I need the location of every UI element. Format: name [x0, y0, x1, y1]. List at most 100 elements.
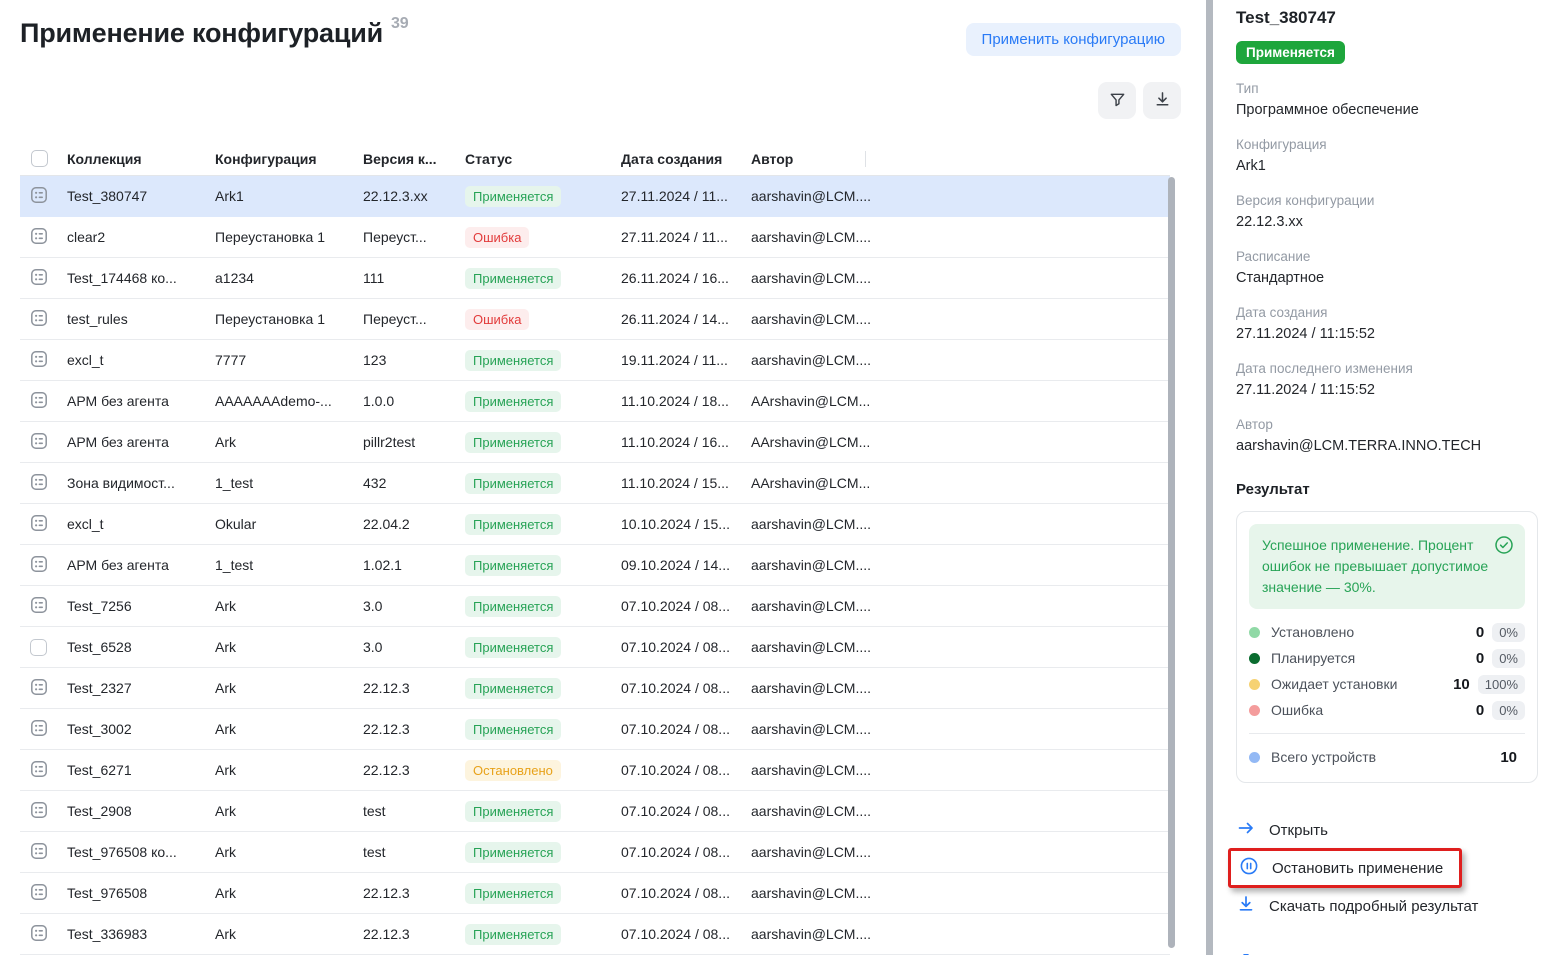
panel-actions: Открыть Остановить применение Скачать подр… — [1236, 815, 1538, 955]
configuration-name: Переустановка 1 — [215, 229, 325, 245]
table-scrollbar-thumb[interactable] — [1168, 177, 1175, 948]
action-pause-circle[interactable]: Остановить применение — [1239, 853, 1443, 883]
status-badge: Ошибка — [465, 309, 529, 330]
column-header-status[interactable]: Статус — [465, 151, 621, 167]
configuration-version: 22.12.3 — [363, 885, 410, 901]
table-row[interactable]: test_rules Переустановка 1 Переуст... Ош… — [20, 299, 1170, 340]
details-panel: Test_380747 Применяется Тип Программное … — [1220, 0, 1552, 955]
panel-divider — [1206, 0, 1213, 955]
configuration-name: Ark — [215, 885, 236, 901]
collection-icon — [29, 390, 49, 413]
created-date: 07.10.2024 / 08... — [621, 680, 730, 696]
column-header-collection[interactable]: Коллекция — [67, 151, 215, 167]
created-date: 26.11.2024 / 16... — [621, 270, 729, 286]
author: aarshavin@LCM.... — [751, 557, 870, 573]
stat-percent: 0% — [1492, 649, 1525, 668]
collection-name: Test_380747 — [67, 188, 147, 204]
configuration-name: Ark — [215, 844, 236, 860]
table-row[interactable]: АРМ без агента AAAAAAAdemo-... 1.0.0 При… — [20, 381, 1170, 422]
collection-name: Test_2327 — [67, 680, 132, 696]
download-icon — [1236, 894, 1256, 918]
column-header-author[interactable]: Автор — [751, 151, 870, 167]
annotation-highlight-box: Остановить применение — [1228, 848, 1462, 888]
author: aarshavin@LCM.... — [751, 844, 870, 860]
created-date: 07.10.2024 / 08... — [621, 762, 730, 778]
apply-configuration-button[interactable]: Применить конфигурацию — [966, 23, 1181, 56]
field-value: 22.12.3.xx — [1236, 212, 1538, 232]
action-trash[interactable]: Удалить — [1236, 948, 1538, 955]
configuration-version: 432 — [363, 475, 386, 491]
table-row[interactable]: excl_t Okular 22.04.2 Применяется 10.10.… — [20, 504, 1170, 545]
configuration-version: 22.12.3 — [363, 926, 410, 942]
table-row[interactable]: Test_336983 Ark 22.12.3 Применяется 07.1… — [20, 914, 1170, 955]
created-date: 07.10.2024 / 08... — [621, 721, 730, 737]
status-badge: Применяется — [465, 924, 561, 945]
author: aarshavin@LCM.... — [751, 721, 870, 737]
main-content: Применение конфигураций39 Применить конф… — [0, 0, 1206, 955]
created-date: 11.10.2024 / 18... — [621, 393, 729, 409]
stat-row: Ошибка 0 0% — [1249, 697, 1525, 723]
table-row[interactable]: Test_976508 Ark 22.12.3 Применяется 07.1… — [20, 873, 1170, 914]
stat-dot — [1249, 653, 1260, 664]
stat-label: Установлено — [1271, 624, 1476, 640]
collection-icon — [29, 759, 49, 782]
table-row[interactable]: Test_7256 Ark 3.0 Применяется 07.10.2024… — [20, 586, 1170, 627]
table-row[interactable]: Test_2327 Ark 22.12.3 Применяется 07.10.… — [20, 668, 1170, 709]
filter-button[interactable] — [1098, 82, 1136, 119]
stat-percent: 0% — [1492, 701, 1525, 720]
table-row[interactable]: Test_3002 Ark 22.12.3 Применяется 07.10.… — [20, 709, 1170, 750]
configuration-version: 3.0 — [363, 639, 382, 655]
table-row[interactable]: Test_380747 Ark1 22.12.3.xx Применяется … — [20, 176, 1170, 217]
collection-icon — [29, 431, 49, 454]
author: aarshavin@LCM.... — [751, 270, 870, 286]
result-heading: Результат — [1236, 481, 1538, 498]
select-all-checkbox[interactable] — [31, 150, 48, 167]
field-value: Программное обеспечение — [1236, 100, 1538, 120]
table-row[interactable]: excl_t 7777 123 Применяется 19.11.2024 /… — [20, 340, 1170, 381]
table-row[interactable]: Test_2908 Ark test Применяется 07.10.202… — [20, 791, 1170, 832]
panel-field: Версия конфигурации 22.12.3.xx — [1236, 192, 1538, 232]
table-row[interactable]: Test_6271 Ark 22.12.3 Остановлено 07.10.… — [20, 750, 1170, 791]
table-row[interactable]: clear2 Переустановка 1 Переуст... Ошибка… — [20, 217, 1170, 258]
column-header-date[interactable]: Дата создания — [621, 151, 751, 167]
panel-field: Тип Программное обеспечение — [1236, 80, 1538, 120]
status-badge: Применяется — [465, 637, 561, 658]
column-header-version[interactable]: Версия к... — [363, 151, 465, 167]
export-button[interactable] — [1143, 82, 1181, 119]
field-value: aarshavin@LCM.TERRA.INNO.TECH — [1236, 436, 1538, 456]
author: aarshavin@LCM.... — [751, 229, 870, 245]
pause-circle-icon — [1239, 856, 1259, 880]
table-row[interactable]: АРМ без агента 1_test 1.02.1 Применяется… — [20, 545, 1170, 586]
configuration-name: Ark1 — [215, 188, 244, 204]
status-badge: Применяется — [465, 432, 561, 453]
stat-label: Ожидает установки — [1271, 676, 1453, 692]
collection-name: Зона видимост... — [67, 475, 175, 491]
collection-name: Test_6271 — [67, 762, 132, 778]
row-checkbox[interactable] — [30, 639, 47, 656]
status-badge: Применяется — [465, 473, 561, 494]
field-value: 27.11.2024 / 11:15:52 — [1236, 324, 1538, 344]
table-body: Test_380747 Ark1 22.12.3.xx Применяется … — [20, 176, 1170, 955]
total-label: Всего устройств — [1271, 749, 1500, 765]
total-dot — [1249, 752, 1260, 763]
action-download[interactable]: Скачать подробный результат — [1236, 891, 1538, 921]
field-value: Стандартное — [1236, 268, 1538, 288]
column-header-configuration[interactable]: Конфигурация — [215, 151, 363, 167]
table-row[interactable]: Test_6528 Ark 3.0 Применяется 07.10.2024… — [20, 627, 1170, 668]
field-label: Дата последнего изменения — [1236, 360, 1538, 377]
created-date: 10.10.2024 / 15... — [621, 516, 730, 532]
configuration-name: Ark — [215, 639, 236, 655]
configuration-name: AAAAAAAdemo-... — [215, 393, 332, 409]
action-arrow-right[interactable]: Открыть — [1236, 815, 1538, 845]
created-date: 07.10.2024 / 08... — [621, 885, 730, 901]
field-label: Расписание — [1236, 248, 1538, 265]
table-row[interactable]: Зона видимост... 1_test 432 Применяется … — [20, 463, 1170, 504]
configuration-name: Ark — [215, 434, 236, 450]
created-date: 09.10.2024 / 14... — [621, 557, 730, 573]
stat-count: 0 — [1476, 624, 1484, 641]
table-row[interactable]: АРМ без агента Ark pillr2test Применяетс… — [20, 422, 1170, 463]
stat-row: Установлено 0 0% — [1249, 619, 1525, 645]
table-row[interactable]: Test_976508 ко... Ark test Применяется 0… — [20, 832, 1170, 873]
table-row[interactable]: Test_174468 ко... a1234 111 Применяется … — [20, 258, 1170, 299]
collection-icon — [29, 718, 49, 741]
